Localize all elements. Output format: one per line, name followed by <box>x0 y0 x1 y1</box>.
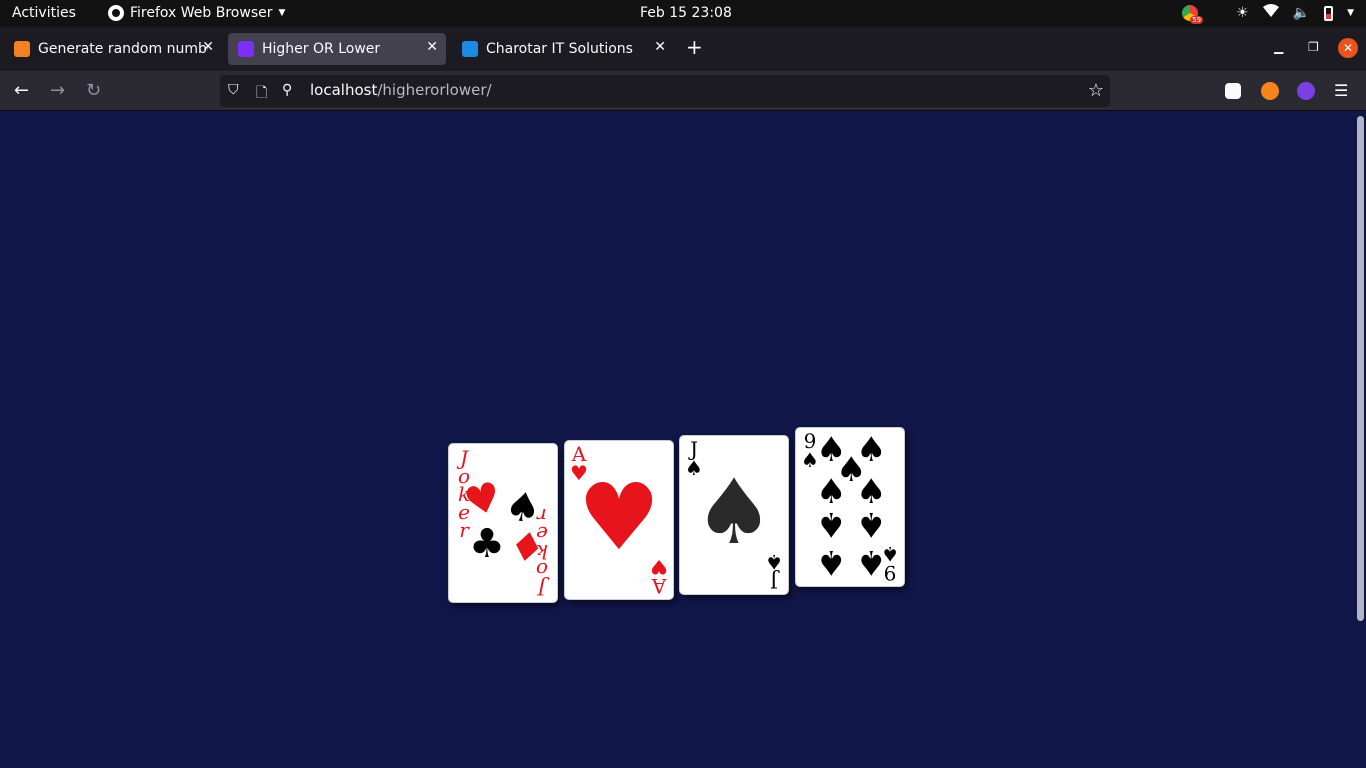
metamask-icon[interactable] <box>1261 82 1279 100</box>
card-joker[interactable]: Joker Joker ♥ ♠ ♣ ♦ <box>448 443 558 603</box>
shield-icon[interactable]: ⛉ <box>228 82 239 98</box>
menu-icon[interactable]: ☰ <box>1334 81 1348 100</box>
minimize-button[interactable]: ▁ <box>1274 40 1283 54</box>
charotar-favicon-icon <box>462 41 478 57</box>
url-path: /higherorlower/ <box>377 81 492 99</box>
close-window-button[interactable]: ✕ <box>1338 38 1358 58</box>
extension-icon[interactable] <box>1297 82 1315 100</box>
system-top-bar: Activities Firefox Web Browser ▼ Feb 15 … <box>0 0 1366 27</box>
pocket-icon[interactable] <box>1225 83 1241 99</box>
chrome-notification-icon[interactable]: 59 <box>1182 5 1204 24</box>
bookmark-star-icon[interactable]: ☆ <box>1088 80 1104 101</box>
spade-icon: ♠ <box>856 542 887 582</box>
reload-button[interactable]: ↻ <box>86 80 101 101</box>
card-jack-of-spades[interactable]: J ♠ J ♠ ♠ <box>679 435 789 595</box>
close-tab-icon[interactable]: ✕ <box>202 39 214 55</box>
tab-charotar[interactable]: Charotar IT Solutions ✕ <box>452 33 674 65</box>
forward-button[interactable]: → <box>50 80 65 101</box>
app-menu-label: Firefox Web Browser <box>130 5 273 21</box>
brightness-icon[interactable]: ☀ <box>1236 5 1249 21</box>
battery-icon[interactable] <box>1324 5 1334 21</box>
activities-button[interactable]: Activities <box>12 5 76 21</box>
page-icon[interactable]: 🗋 <box>256 82 267 106</box>
system-tray[interactable]: 59 ☀ 🔈 ▼ <box>1182 4 1354 24</box>
chevron-down-icon: ▼ <box>278 8 286 18</box>
wifi-icon[interactable] <box>1262 4 1279 22</box>
new-tab-button[interactable]: + <box>686 35 703 59</box>
restore-button[interactable]: ❐ <box>1308 40 1319 54</box>
address-bar[interactable]: ⛉ 🗋 ⚲ localhost/higherorlower/ ☆ <box>220 75 1110 107</box>
back-button[interactable]: ← <box>14 80 29 101</box>
tab-generate-random[interactable]: Generate random numbe ✕ <box>4 33 222 65</box>
diamond-icon: ♦ <box>505 522 549 574</box>
tab-title: Higher OR Lower <box>262 41 381 57</box>
url-host: localhost <box>310 81 378 99</box>
spade-icon: ♠ <box>856 504 887 544</box>
permissions-icon[interactable]: ⚲ <box>282 82 292 98</box>
firefox-icon <box>108 5 124 21</box>
nav-bar: ← → ↻ ⛉ 🗋 ⚲ localhost/higherorlower/ ☆ ☰ <box>0 71 1366 111</box>
tab-title: Generate random numbe <box>38 41 208 57</box>
close-tab-icon[interactable]: ✕ <box>654 39 666 55</box>
heart-icon: ♥ <box>577 464 661 572</box>
stackoverflow-icon <box>14 41 30 57</box>
spade-icon: ♠ <box>816 542 847 582</box>
notification-count: 59 <box>1190 16 1204 24</box>
spade-icon: ♠ <box>816 504 847 544</box>
club-icon: ♣ <box>469 521 505 567</box>
card-ace-of-hearts[interactable]: A ♥ A ♥ ♥ <box>564 440 674 600</box>
url-text[interactable]: localhost/higherorlower/ <box>310 81 492 99</box>
clock[interactable]: Feb 15 23:08 <box>640 5 732 21</box>
tab-title: Charotar IT Solutions <box>486 41 633 57</box>
scrollbar[interactable] <box>1357 116 1364 621</box>
volume-icon[interactable]: 🔈 <box>1293 5 1310 21</box>
close-tab-icon[interactable]: ✕ <box>426 39 438 55</box>
tab-higher-or-lower[interactable]: Higher OR Lower ✕ <box>228 33 446 65</box>
card-nine-of-spades[interactable]: 9 ♠ 9 ♠ ♠ ♠ ♠ ♠ ♠ ♠ ♠ ♠ ♠ <box>795 427 905 587</box>
tab-strip: Generate random numbe ✕ Higher OR Lower … <box>0 27 1366 71</box>
app-menu[interactable]: Firefox Web Browser ▼ <box>108 5 285 21</box>
spade-icon: ♠ <box>693 460 775 566</box>
site-favicon-icon <box>238 41 254 57</box>
chevron-down-icon[interactable]: ▼ <box>1347 8 1354 18</box>
